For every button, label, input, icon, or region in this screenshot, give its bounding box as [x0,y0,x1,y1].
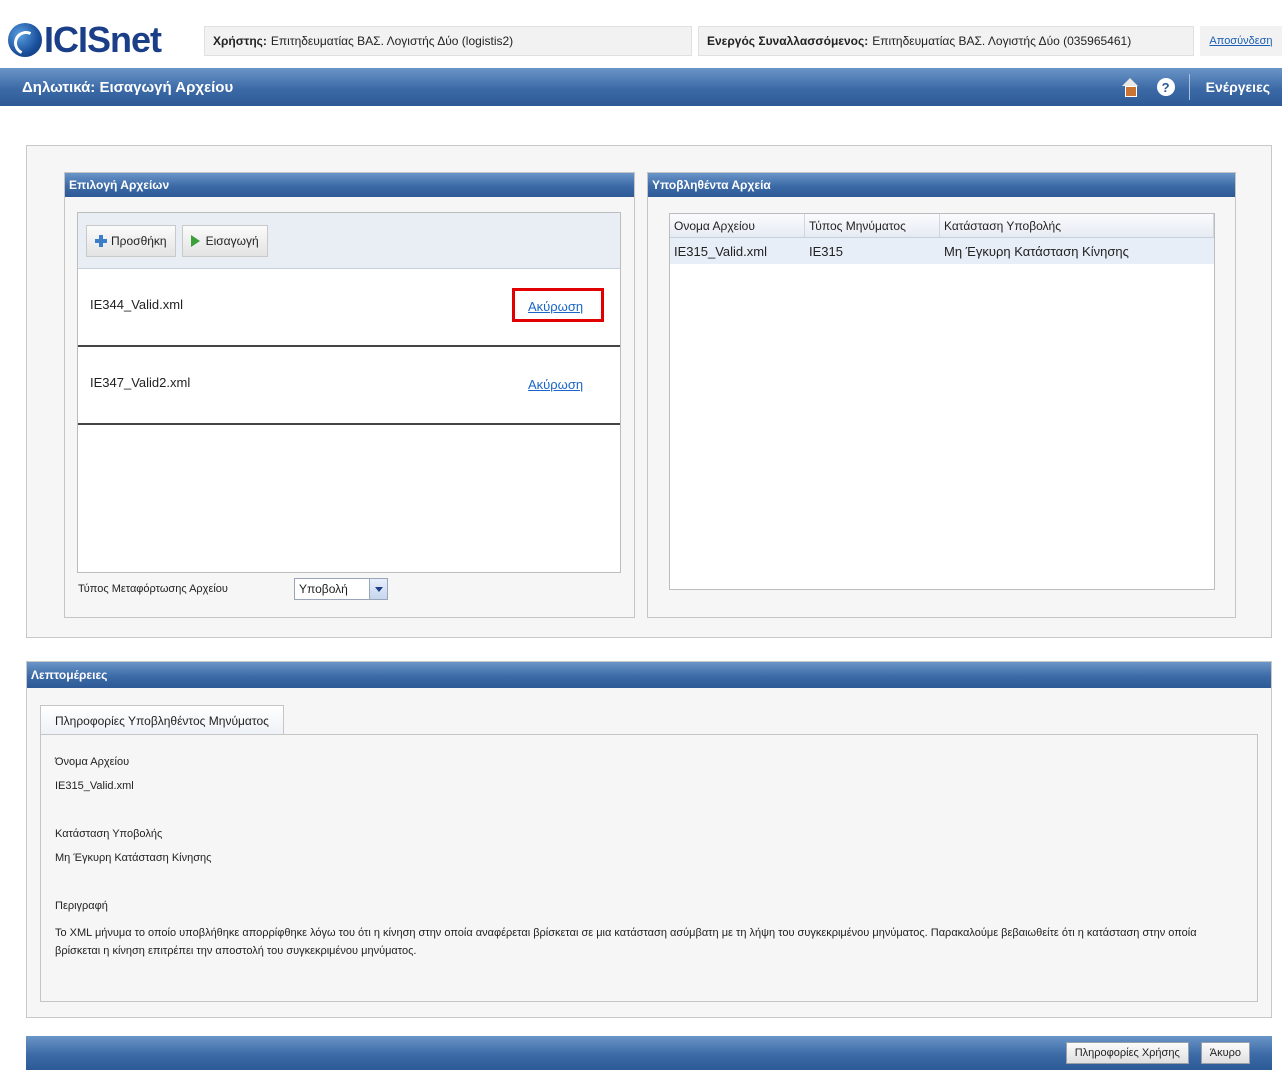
cell-file-name: IE315_Valid.xml [674,243,767,259]
submitted-files-grid: Ονομα Αρχείου Τύπος Μηνύματος Κατάσταση … [669,213,1215,590]
cell-message-type: IE315 [809,243,843,259]
help-icon[interactable]: ? [1156,78,1175,96]
titlebar-icons: ? Ενέργειες [1121,68,1282,106]
cancel-link[interactable]: Ακύρωση [528,299,583,314]
upload-type-label: Τύπος Μεταφόρτωσης Αρχείου [78,583,228,595]
import-button[interactable]: Εισαγωγή [181,224,268,257]
import-button-label: Εισαγωγή [205,233,259,248]
user-info: Χρήστης: Επιτηδευματίας ΒΑΣ. Λογιστής Δύ… [204,26,692,56]
column-header-status[interactable]: Κατάσταση Υποβολής [940,214,1214,237]
file-toolbar: Προσθήκη Εισαγωγή [78,213,620,269]
tab-submitted-message-info[interactable]: Πληροφορίες Υποβληθέντος Μηνύματος [40,705,284,735]
file-name: IE344_Valid.xml [90,297,183,312]
play-icon [190,234,200,247]
user-value: Επιτηδευματίας ΒΑΣ. Λογιστής Δύο (logist… [270,34,514,48]
column-header-file-name[interactable]: Ονομα Αρχείου [670,214,805,237]
title-bar: Δηλωτικά: Εισαγωγή Αρχείου ? Ενέργειες [0,68,1282,106]
actions-menu[interactable]: Ενέργειες [1206,79,1270,95]
details-header: Λεπτομέρειες [27,662,1271,688]
file-row: IE347_Valid2.xml Ακύρωση [78,347,620,425]
divider [1188,74,1190,100]
file-name-value: IE315_Valid.xml [55,780,134,792]
page-title: Δηλωτικά: Εισαγωγή Αρχείου [22,78,234,96]
description-value: Το XML μήνυμα το οποίο υποβλήθηκε απορρί… [55,927,1197,957]
trader-value: Επιτηδευματίας ΒΑΣ. Λογιστής Δύο (035965… [872,34,1132,48]
description-label: Περιγραφή [55,900,108,912]
trader-label: Ενεργός Συναλλασσόμενος: [707,34,869,48]
icisnet-logo: ICISnet [8,18,162,62]
upload-type-value: Υποβολή [299,582,348,596]
globe-icon [8,23,42,57]
home-icon[interactable] [1121,78,1139,97]
upload-type-select[interactable]: Υποβολή [294,578,388,600]
cell-status: Μη Έγκυρη Κατάσταση Κίνησης [944,243,1129,259]
cancel-link[interactable]: Ακύρωση [528,377,583,392]
chevron-down-icon[interactable] [369,579,387,599]
grid-header: Ονομα Αρχείου Τύπος Μηνύματος Κατάσταση … [670,214,1214,238]
trader-info: Ενεργός Συναλλασσόμενος: Επιτηδευματίας … [698,26,1194,56]
file-name-label: Όνομα Αρχείου [55,756,130,768]
submitted-files-header: Υποβληθέντα Αρχεία [648,173,1235,197]
file-list-box: Προσθήκη Εισαγωγή IE344_Valid.xml Ακύρωσ… [77,212,621,573]
column-header-message-type[interactable]: Τύπος Μηνύματος [805,214,940,237]
cancel-button[interactable]: Άκυρο [1200,1042,1250,1064]
add-button[interactable]: Προσθήκη [86,224,176,257]
file-name: IE347_Valid2.xml [90,375,191,390]
status-value: Μη Έγκυρη Κατάσταση Κίνησης [55,852,212,864]
file-selection-header: Επιλογή Αρχείων [65,173,634,197]
status-label: Κατάσταση Υποβολής [55,828,163,840]
file-row: IE344_Valid.xml Ακύρωση [78,269,620,347]
help-info-button[interactable]: Πληροφορίες Χρήσης [1065,1042,1189,1064]
top-header: ICISnet Χρήστης: Επιτηδευματίας ΒΑΣ. Λογ… [0,0,1282,64]
user-label: Χρήστης: [213,34,267,48]
table-row[interactable]: IE315_Valid.xml IE315 Μη Έγκυρη Κατάστασ… [670,238,1214,264]
bottom-bar: Πληροφορίες Χρήσης Άκυρο [26,1036,1272,1070]
add-button-label: Προσθήκη [111,233,167,248]
details-content [40,734,1258,1002]
plus-icon [95,234,107,247]
logout-link[interactable]: Αποσύνδεση [1200,26,1282,56]
logo-text: ICISnet [44,19,162,60]
upload-type-row: Τύπος Μεταφόρτωσης Αρχείου Υποβολή [78,574,478,604]
